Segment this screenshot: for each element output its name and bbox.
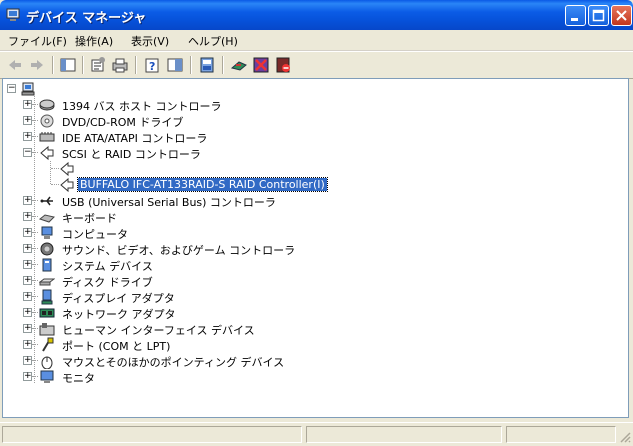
hid-icon — [39, 323, 55, 336]
tree-item-label: ディスプレイ アダプタ — [62, 292, 175, 305]
expand-toggle[interactable]: + — [23, 228, 32, 237]
tree-item-label: ディスク ドライブ — [62, 276, 153, 289]
toolbar: ? — [0, 51, 633, 79]
expand-toggle[interactable]: + — [23, 276, 32, 285]
tree-item-label: DVD/CD-ROM ドライブ — [62, 116, 184, 129]
system-device-icon — [42, 258, 52, 272]
tree-item-label: マウスとそのほかのポインティング デバイス — [62, 356, 285, 369]
expand-toggle[interactable]: + — [23, 356, 32, 365]
computer-icon — [21, 82, 35, 96]
tree-item-label: モニタ — [62, 372, 95, 385]
close-button[interactable] — [611, 5, 632, 26]
svg-text:?: ? — [149, 60, 155, 73]
display-adapter-icon — [41, 289, 53, 305]
view-icon[interactable] — [166, 56, 184, 74]
menu-action[interactable]: 操作(A) — [75, 33, 113, 49]
expand-toggle[interactable]: + — [23, 340, 32, 349]
usb-icon — [40, 196, 53, 206]
tree-item-label: USB (Universal Serial Bus) コントローラ — [62, 196, 276, 209]
collapse-toggle[interactable]: − — [23, 148, 32, 157]
show-hide-tree-icon[interactable] — [59, 56, 77, 74]
window-title: デバイス マネージャ — [26, 11, 147, 26]
expand-toggle[interactable]: + — [23, 308, 32, 317]
keyboard-icon — [39, 214, 55, 223]
menu-file[interactable]: ファイル(F) — [8, 33, 67, 49]
cdrom-drive-icon — [40, 114, 54, 128]
resize-grip-icon[interactable] — [619, 431, 631, 443]
status-pane — [506, 426, 616, 443]
menu-view[interactable]: 表示(V) — [131, 33, 169, 49]
tree-item-label: 1394 バス ホスト コントローラ — [62, 100, 222, 113]
maximize-icon — [592, 9, 605, 22]
print-icon[interactable] — [111, 56, 129, 74]
sound-icon — [40, 242, 54, 256]
scsi-device-icon — [60, 161, 74, 177]
device-tree[interactable]: − + 1394 バス ホスト コントローラ + DVD/CD-ROM ドライブ… — [2, 78, 629, 418]
properties-icon[interactable] — [89, 56, 107, 74]
tree-item-label: IDE ATA/ATAPI コントローラ — [62, 132, 208, 145]
expand-toggle[interactable]: + — [23, 292, 32, 301]
scan-hardware-icon[interactable] — [198, 56, 216, 74]
tree-item-label: コンピュータ — [62, 228, 128, 241]
expand-toggle[interactable]: + — [23, 100, 32, 109]
status-pane — [306, 426, 502, 443]
maximize-button[interactable] — [588, 5, 609, 26]
menu-help[interactable]: ヘルプ(H) — [188, 33, 238, 49]
tree-item-label: サウンド、ビデオ、およびゲーム コントローラ — [62, 244, 296, 257]
update-driver-icon[interactable] — [230, 56, 248, 74]
minimize-button[interactable] — [565, 5, 586, 26]
network-adapter-icon — [39, 308, 55, 318]
close-icon — [616, 10, 627, 21]
tree-item-label: ネットワーク アダプタ — [62, 308, 176, 321]
tree-item-label: SCSI と RAID コントローラ — [62, 148, 201, 161]
disable-icon[interactable] — [274, 56, 292, 74]
uninstall-icon[interactable] — [252, 56, 270, 74]
1394-controller-icon — [39, 99, 55, 111]
scsi-device-icon — [60, 177, 74, 193]
monitor-icon — [40, 370, 54, 383]
tree-root[interactable]: − — [7, 81, 47, 97]
minimize-icon — [571, 18, 578, 21]
expand-toggle[interactable]: + — [23, 260, 32, 269]
title-bar[interactable]: デバイス マネージャ — [0, 0, 633, 30]
expand-toggle[interactable]: + — [23, 116, 32, 125]
collapse-toggle[interactable]: − — [7, 84, 16, 93]
ide-controller-icon — [39, 132, 55, 142]
status-pane — [2, 426, 302, 443]
scsi-controller-icon — [40, 145, 54, 161]
back-arrow-icon[interactable] — [6, 56, 24, 74]
forward-arrow-icon[interactable] — [28, 56, 46, 74]
disk-drive-icon — [39, 278, 55, 286]
menu-bar: ファイル(F) 操作(A) 表示(V) ヘルプ(H) — [0, 30, 633, 51]
computer-monitor-icon — [6, 8, 20, 21]
expand-toggle[interactable]: + — [23, 372, 32, 381]
status-bar — [0, 422, 633, 446]
port-icon — [42, 337, 54, 352]
expand-toggle[interactable]: + — [23, 132, 32, 141]
help-icon[interactable]: ? — [143, 56, 161, 74]
tree-item-label: ポート (COM と LPT) — [62, 340, 171, 353]
expand-toggle[interactable]: + — [23, 212, 32, 221]
tree-child-label: BUFFALO IFC-AT133RAID-S RAID Controller(… — [77, 177, 328, 192]
expand-toggle[interactable]: + — [23, 196, 32, 205]
tree-item-label: キーボード — [62, 212, 117, 225]
tree-item-label: システム デバイス — [62, 260, 153, 273]
expand-toggle[interactable]: + — [23, 244, 32, 253]
mouse-icon — [41, 356, 53, 369]
tree-item-label: ヒューマン インターフェイス デバイス — [62, 324, 255, 337]
computer-icon — [41, 226, 53, 239]
expand-toggle[interactable]: + — [23, 324, 32, 333]
